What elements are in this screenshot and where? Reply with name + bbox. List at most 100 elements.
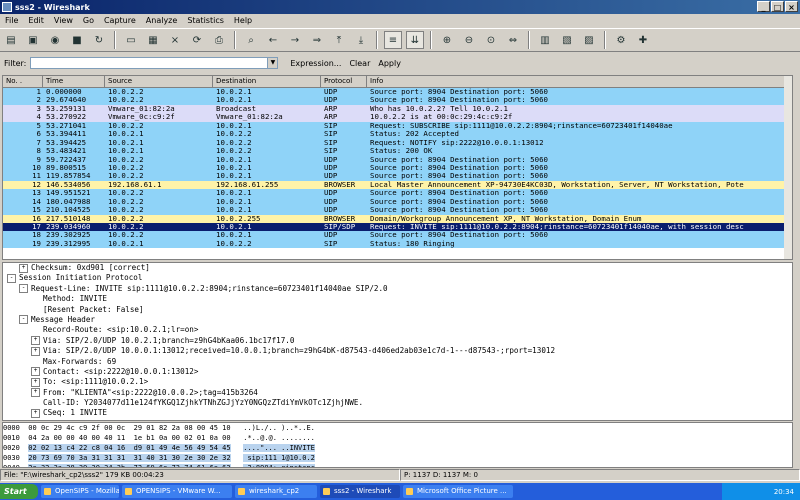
- autoscroll-icon[interactable]: ⇊: [406, 31, 424, 49]
- column-info[interactable]: Info: [367, 76, 792, 88]
- detail-line[interactable]: + Checksum: 0xd901 [correct]: [3, 263, 792, 273]
- packet-row[interactable]: 11 119.857854 10.0.2.2 10.0.2.1 UDP Source po…: [3, 172, 792, 181]
- packet-row[interactable]: 9 59.722437 10.0.2.2 10.0.2.1 UDP Source port…: [3, 155, 792, 164]
- menu-go[interactable]: Go: [78, 16, 99, 25]
- expand-icon[interactable]: +: [31, 346, 40, 356]
- go-first-icon[interactable]: ⤒: [330, 31, 348, 49]
- collapse-icon[interactable]: -: [7, 273, 16, 283]
- restart-capture-icon[interactable]: ↻: [90, 31, 108, 49]
- packet-row[interactable]: 2 29.674640 10.0.2.2 10.0.2.1 UDP Source port…: [3, 96, 792, 105]
- menu-edit[interactable]: Edit: [23, 16, 49, 25]
- packet-bytes-pane[interactable]: 0000 00 0c 29 4c c9 2f 00 0c 29 01 82 2a…: [2, 422, 793, 468]
- expand-icon[interactable]: +: [31, 367, 40, 377]
- column-no[interactable]: No. .: [3, 76, 43, 88]
- packet-row[interactable]: 13 149.951521 10.0.2.2 10.0.2.1 UDP Source po…: [3, 189, 792, 198]
- packet-row[interactable]: 18 239.302925 10.0.2.2 10.0.2.1 UDP Source po…: [3, 231, 792, 240]
- detail-line[interactable]: Record-Route: <sip:10.0.2.1;lr=on>: [3, 325, 792, 335]
- packet-row[interactable]: 10 89.800515 10.0.2.2 10.0.2.1 UDP Source por…: [3, 163, 792, 173]
- display-filters-icon[interactable]: ▧: [558, 31, 576, 49]
- colorize-icon[interactable]: ≡: [384, 31, 402, 49]
- packet-row[interactable]: 15 210.104525 10.0.2.2 10.0.2.1 UDP Source po…: [3, 206, 792, 215]
- packet-row[interactable]: 6 53.394411 10.0.2.1 10.0.2.2 SIP Status: 202…: [3, 130, 792, 139]
- detail-line[interactable]: Max-Forwards: 69: [3, 357, 792, 367]
- zoom-out-icon[interactable]: ⊖: [460, 31, 478, 49]
- detail-line[interactable]: - Request-Line: INVITE sip:1111@10.0.2.2:…: [3, 284, 792, 294]
- menu-help[interactable]: Help: [229, 16, 257, 25]
- go-forward-icon[interactable]: →: [286, 31, 304, 49]
- packet-row[interactable]: 5 53.271041 10.0.2.2 10.0.2.1 SIP Request: SU…: [3, 121, 792, 131]
- packet-row[interactable]: 14 180.047988 10.0.2.2 10.0.2.1 UDP Source po…: [3, 197, 792, 207]
- packet-row[interactable]: 12 146.534056 192.168.61.1 192.168.61.255 BR…: [3, 180, 792, 190]
- start-button[interactable]: Start: [0, 484, 38, 499]
- zoom-in-icon[interactable]: ⊕: [438, 31, 456, 49]
- detail-line[interactable]: Method: INVITE: [3, 294, 792, 304]
- menu-analyze[interactable]: Analyze: [141, 16, 183, 25]
- detail-line[interactable]: Call-ID: Y2034077d11e124fYKGQ1ZjhkYTNhZG…: [3, 398, 792, 408]
- capture-options-icon[interactable]: ▣: [24, 31, 42, 49]
- hex-line[interactable]: 0010 04 2a 00 00 40 00 40 11 1e b1 0a 00…: [3, 433, 792, 443]
- print-icon[interactable]: ⎙: [210, 31, 228, 49]
- help-icon[interactable]: ✚: [634, 31, 652, 49]
- packet-row[interactable]: 17 239.034960 10.0.2.2 10.0.2.1 SIP/SDP Reque…: [3, 223, 792, 232]
- reload-icon[interactable]: ⟳: [188, 31, 206, 49]
- taskbar-button[interactable]: wireshark_cp2: [235, 485, 317, 498]
- maximize-button[interactable]: □: [771, 1, 784, 12]
- menu-statistics[interactable]: Statistics: [182, 16, 229, 25]
- clear-button[interactable]: Clear: [349, 59, 370, 68]
- detail-line[interactable]: - Message Header: [3, 315, 792, 325]
- packet-row[interactable]: 3 53.259131 Vmware_01:82:2a Broadcast ARP Who…: [3, 104, 792, 114]
- packet-details-tree[interactable]: + Checksum: 0xd901 [correct] - Session Init…: [2, 262, 793, 421]
- detail-line[interactable]: + To: <sip:1111@10.0.2.1>: [3, 377, 792, 387]
- open-file-icon[interactable]: ▭: [122, 31, 140, 49]
- expand-icon[interactable]: +: [31, 336, 40, 346]
- packet-row[interactable]: 8 53.483421 10.0.2.1 10.0.2.2 SIP Status: 200…: [3, 147, 792, 156]
- taskbar-button[interactable]: OpenSIPS - Mozilla Firefox: [41, 485, 119, 498]
- find-packet-icon[interactable]: ⌕: [242, 31, 260, 49]
- hex-line[interactable]: 0000 00 0c 29 4c c9 2f 00 0c 29 01 82 2a…: [3, 423, 792, 433]
- detail-line[interactable]: + Via: SIP/2.0/UDP 10.0.2.1;branch=z9hG4b…: [3, 336, 792, 346]
- start-capture-icon[interactable]: ◉: [46, 31, 64, 49]
- column-time[interactable]: Time: [43, 76, 105, 88]
- menu-file[interactable]: File: [0, 16, 23, 25]
- packet-row[interactable]: 16 217.510148 10.0.2.2 10.0.2.255 BROWSER Dom…: [3, 214, 792, 223]
- packet-row[interactable]: 4 53.270922 Vmware_0c:c9:2f Vmware_01:82:2a…: [3, 113, 792, 122]
- detail-line[interactable]: + Via: SIP/2.0/UDP 10.0.0.1:13012;receive…: [3, 346, 792, 356]
- column-protocol[interactable]: Protocol: [321, 76, 367, 88]
- packet-row[interactable]: 1 0.000000 10.0.2.2 10.0.2.1 UDP Source port:…: [3, 88, 792, 97]
- detail-line[interactable]: [Resent Packet: False]: [3, 305, 792, 315]
- go-to-packet-icon[interactable]: ⇒: [308, 31, 326, 49]
- preferences-icon[interactable]: ⚙: [612, 31, 630, 49]
- go-last-icon[interactable]: ⤓: [352, 31, 370, 49]
- zoom-normal-icon[interactable]: ⊙: [482, 31, 500, 49]
- capture-filters-icon[interactable]: ▥: [536, 31, 554, 49]
- resize-columns-icon[interactable]: ⇔: [504, 31, 522, 49]
- stop-capture-icon[interactable]: ■: [68, 31, 86, 49]
- taskbar-button[interactable]: sss2 - Wireshark: [320, 485, 400, 498]
- minimize-button[interactable]: _: [757, 1, 770, 12]
- hex-line[interactable]: 0040 2e 32 3a 38 39 30 34 3b 72 69 6e 73…: [3, 463, 792, 467]
- expand-icon[interactable]: +: [31, 377, 40, 387]
- filter-input[interactable]: [30, 57, 269, 69]
- collapse-icon[interactable]: -: [19, 315, 28, 325]
- close-button[interactable]: ×: [785, 1, 798, 12]
- taskbar-button[interactable]: Microsoft Office Picture ...: [403, 485, 513, 498]
- packet-list[interactable]: No. . Time Source Destination Protocol Info 1…: [2, 75, 793, 260]
- save-file-icon[interactable]: ▦: [144, 31, 162, 49]
- go-back-icon[interactable]: ←: [264, 31, 282, 49]
- interface-list-icon[interactable]: ▤: [2, 31, 20, 49]
- expression-button[interactable]: Expression...: [290, 59, 341, 68]
- expand-icon[interactable]: +: [31, 388, 40, 398]
- hex-line[interactable]: 0030 20 73 69 70 3a 31 31 31 31 40 31 30…: [3, 453, 792, 463]
- expand-icon[interactable]: +: [31, 408, 40, 418]
- detail-line[interactable]: + CSeq: 1 INVITE: [3, 408, 792, 418]
- detail-line[interactable]: - Session Initiation Protocol: [3, 273, 792, 283]
- detail-line[interactable]: + Contact: <sip:2222@10.0.0.1:13012>: [3, 367, 792, 377]
- close-file-icon[interactable]: ×: [166, 31, 184, 49]
- packet-row[interactable]: 7 53.394425 10.0.2.1 10.0.2.2 SIP Request: NO…: [3, 138, 792, 148]
- column-destination[interactable]: Destination: [213, 76, 321, 88]
- filter-dropdown-icon[interactable]: ▼: [268, 57, 279, 69]
- apply-button[interactable]: Apply: [378, 59, 401, 68]
- menu-capture[interactable]: Capture: [99, 16, 141, 25]
- packet-list-scrollbar[interactable]: [784, 76, 792, 259]
- hex-line[interactable]: 0020 02 02 13 c4 22 c8 04 16 d9 01 49 4e…: [3, 443, 792, 453]
